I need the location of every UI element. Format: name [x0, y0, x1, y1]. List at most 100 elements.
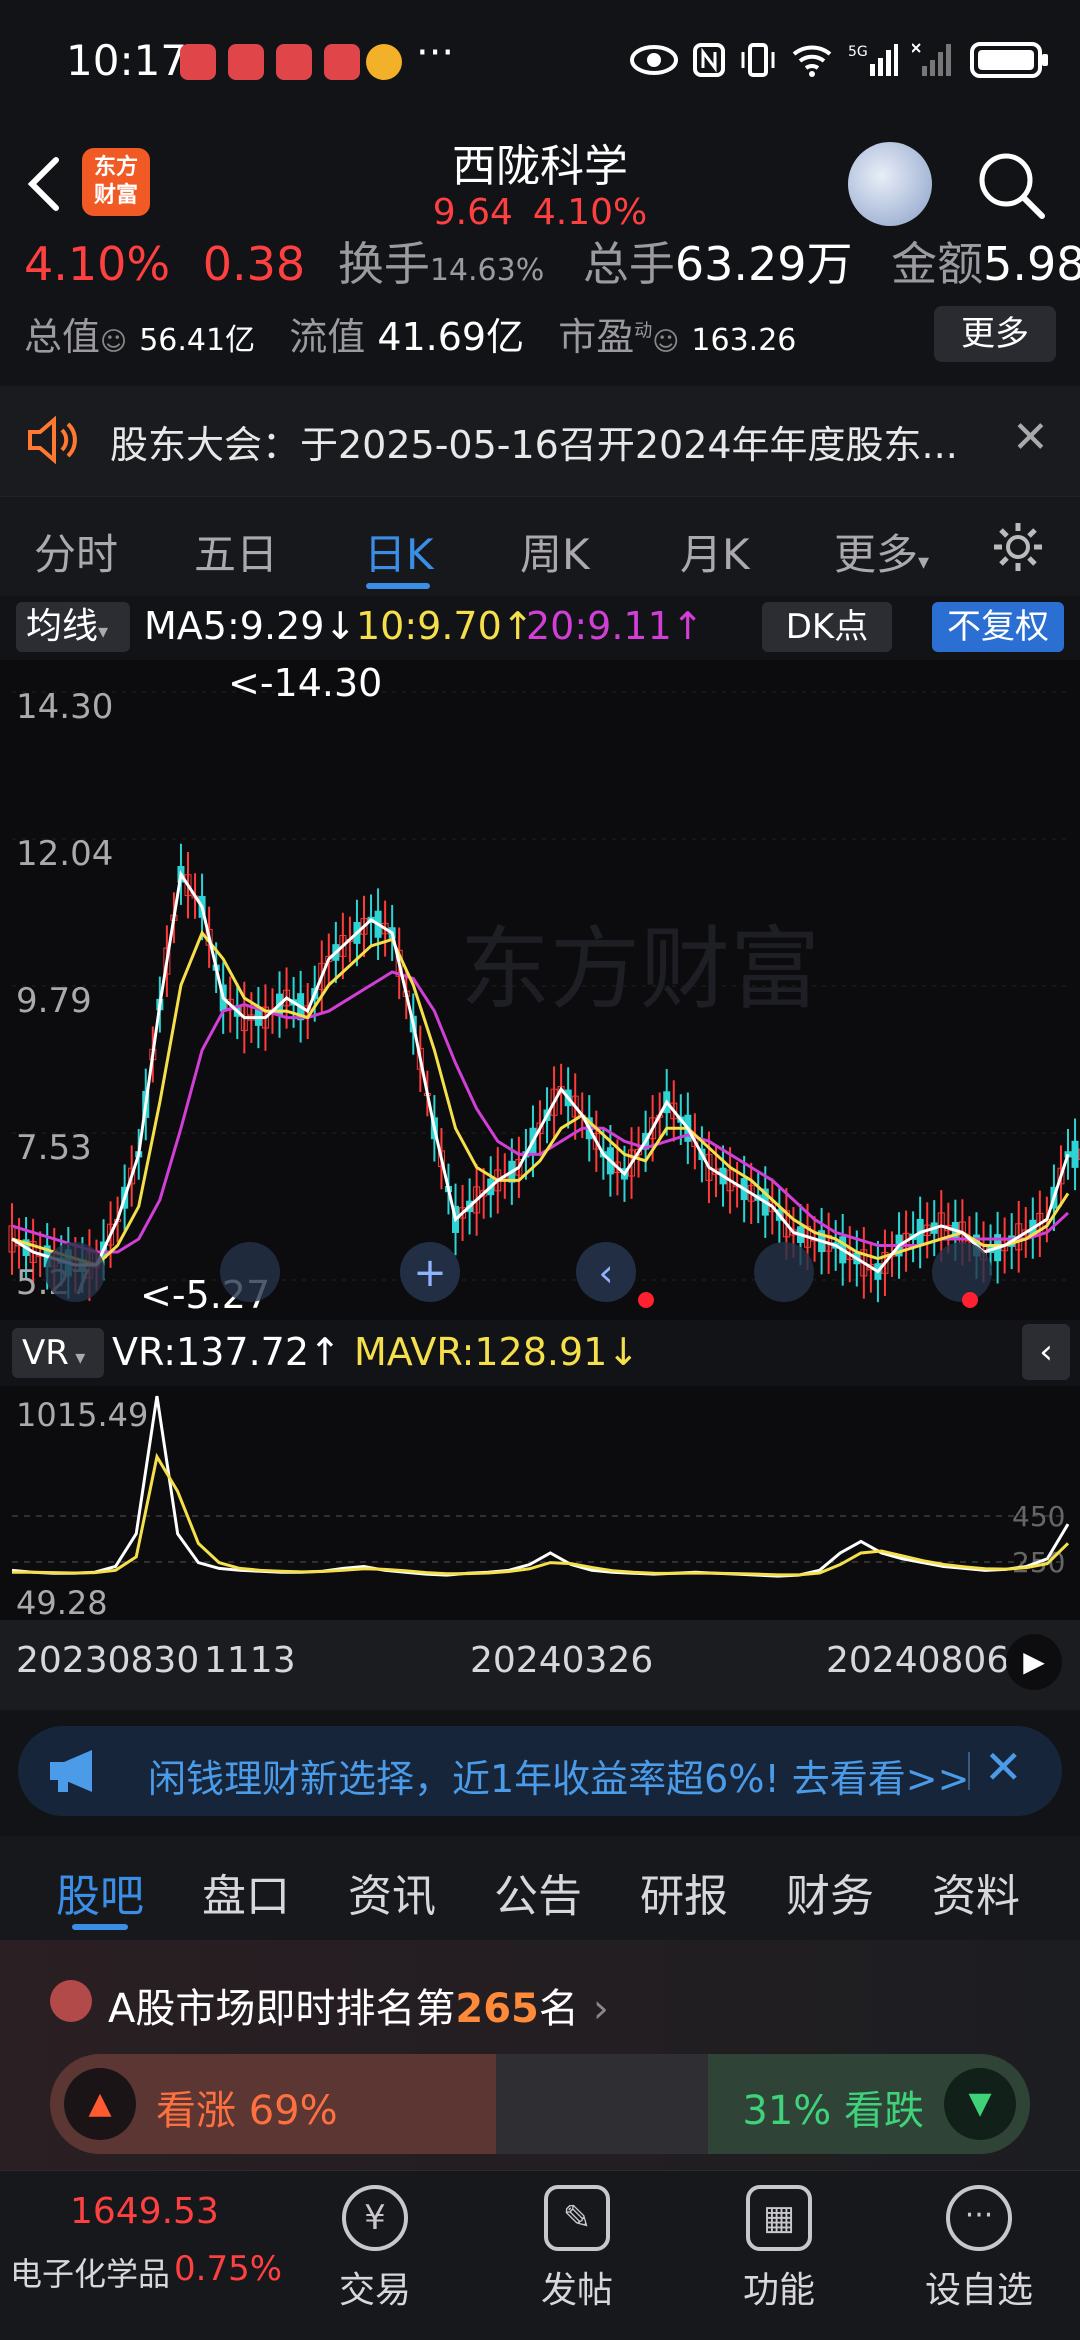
settings-gear-icon[interactable] [990, 519, 1046, 575]
nav-add-watchlist[interactable]: ··· 设自选 [904, 2185, 1054, 2313]
plus-icon: + [413, 1250, 447, 1296]
tab-monthly-k[interactable]: 月K [680, 521, 750, 582]
ref-label-450: 450 [1012, 1500, 1065, 1533]
date-label: 20230830 [16, 1640, 200, 1681]
watermark: 东方财富 [460, 917, 820, 1022]
tab-intraday[interactable]: 分时 [34, 521, 118, 582]
bottom-navigation: 1649.53 电子化学品 0.75% ¥ 交易 ✎ 发帖 ▦ 功能 ··· 设… [0, 2170, 1080, 2340]
vr-chart[interactable]: 450 250 1015.49 49.28 [0, 1386, 1080, 1620]
tab-news[interactable]: 资讯 [348, 1860, 436, 1924]
vr-value: VR:137.72↑ [112, 1330, 341, 1374]
eye-icon [630, 45, 678, 75]
vr-indicator-bar: VR ▾ VR:137.72↑ MAVR:128.91↓ ‹ [0, 1322, 1080, 1386]
y-tick-label: 14.30 [16, 687, 113, 727]
ma-indicator-bar: 均线▾ MA5:9.29↓ 10:9.70↑ 20:9.11↑ DK点 不复权 [0, 598, 1080, 658]
vote-down-button[interactable]: ▼ [944, 2068, 1016, 2140]
y-tick-label: 12.04 [16, 834, 113, 874]
search-icon[interactable] [976, 150, 1046, 220]
signal-icon [912, 43, 951, 76]
ranking-icon [50, 1980, 92, 2022]
grid-icon: ▦ [746, 2185, 812, 2251]
no-adjust-button[interactable]: 不复权 [932, 602, 1064, 652]
promo-banner[interactable]: 闲钱理财新选择，近1年收益率超6%! 去看看>> ✕ [18, 1726, 1062, 1816]
ma10-value: 10:9.70↑ [356, 604, 534, 648]
tab-research[interactable]: 研报 [640, 1860, 728, 1924]
ranking-text[interactable]: A股市场即时排名第265名 › [108, 1976, 609, 2034]
collapse-panel-button[interactable]: ‹ [1022, 1324, 1070, 1380]
tab-finance[interactable]: 财务 [786, 1860, 874, 1924]
active-tab-underline [366, 583, 430, 589]
nfc-icon [693, 43, 725, 77]
tab-five-day[interactable]: 五日 [194, 521, 278, 582]
vote-up-button[interactable]: ▲ [64, 2068, 136, 2140]
tab-more[interactable]: 更多▾ [834, 521, 929, 582]
indicator-select-dropdown[interactable]: VR ▾ [12, 1328, 104, 1378]
market-cap: 56.41亿 [139, 323, 256, 358]
stat-change-percent: 4.10% [24, 238, 171, 284]
speaker-icon [28, 416, 77, 464]
current-price: 9.64 [432, 192, 513, 233]
ma20-value: 20:9.11↑ [526, 604, 704, 648]
date-label: 1113 [204, 1640, 296, 1681]
bearish-percent: 31% 看跌 [742, 2088, 924, 2134]
active-tab-underline [72, 1924, 128, 1930]
date-label: 20240326 [470, 1640, 654, 1681]
next-page-button[interactable]: ▶ [1006, 1634, 1062, 1690]
more-notifications-icon: ··· [416, 30, 455, 76]
overlay-button[interactable] [220, 1242, 280, 1302]
nav-trade[interactable]: ¥ 交易 [300, 2185, 450, 2313]
notice-text: 股东大会：于2025-05-16召开2024年年度股东... [110, 423, 958, 467]
huawei-app-icon [180, 44, 216, 80]
svg-text:5G: 5G [848, 44, 868, 60]
close-promo-icon[interactable]: ✕ [984, 1740, 1023, 1794]
vr-y-max: 1015.49 [16, 1396, 148, 1434]
stat-change: 0.38 [202, 238, 306, 284]
nav-post[interactable]: ✎ 发帖 [502, 2185, 652, 2313]
overlay-button[interactable] [45, 1242, 105, 1302]
book-app-icon [276, 44, 312, 80]
ma-select-dropdown[interactable]: 均线▾ [16, 602, 130, 652]
more-dots-icon: ··· [946, 2185, 1012, 2251]
notice-bar[interactable]: 股东大会：于2025-05-16召开2024年年度股东... ✕ [0, 386, 1080, 496]
sector-name: 电子化学品 [10, 2255, 171, 2293]
bullish-percent: 看涨 69% [156, 2088, 338, 2134]
stock-stats: 4.10% 0.38 换手14.63% 总手63.29万 金额5.98亿 总值☺… [0, 238, 1080, 380]
stats-row-1: 4.10% 0.38 换手14.63% 总手63.29万 金额5.98亿 [0, 238, 1080, 284]
event-dot [638, 1292, 654, 1308]
sector-change: 0.75% [174, 2249, 283, 2289]
close-notice-icon[interactable]: ✕ [1012, 412, 1049, 463]
ai-assistant-robot-icon[interactable] [848, 142, 932, 226]
dk-point-button[interactable]: DK点 [762, 602, 892, 652]
overlay-button[interactable] [754, 1242, 814, 1302]
kline-chart[interactable]: 东方财富 14.3012.049.797.535.27 <-14.30 <-5.… [0, 660, 1080, 1320]
mavr-value: MAVR:128.91↓ [354, 1330, 640, 1374]
vibrate-icon [741, 43, 775, 77]
tab-pankou[interactable]: 盘口 [202, 1860, 290, 1924]
tab-weekly-k[interactable]: 周K [520, 521, 590, 582]
tab-guba[interactable]: 股吧 [56, 1860, 144, 1924]
yen-icon: ¥ [342, 2185, 408, 2251]
chevron-left-icon: ‹ [598, 1251, 613, 1295]
market-ranking-panel: A股市场即时排名第265名 › ▲ 看涨 69% 31% 看跌 ▼ [0, 1940, 1080, 2170]
tab-daily-k[interactable]: 日K [364, 521, 434, 582]
tab-profile[interactable]: 资料 [932, 1860, 1020, 1924]
megaphone-icon [50, 1750, 92, 1792]
ma5-value: MA5:9.29↓ [144, 604, 357, 648]
more-stats-button[interactable]: 更多 [934, 306, 1056, 362]
wifi-icon [792, 45, 832, 77]
nav-functions[interactable]: ▦ 功能 [704, 2185, 854, 2313]
weibo-app-icon [366, 44, 402, 80]
stats-row-2: 总值☺ 56.41亿 流值 41.69亿 市盈动☺ 163.26 [24, 315, 797, 359]
vr-y-min: 49.28 [16, 1584, 108, 1620]
overlay-button[interactable] [932, 1242, 992, 1302]
status-bar: 10:17 ··· 5G [0, 0, 1080, 120]
tab-announcements[interactable]: 公告 [494, 1860, 582, 1924]
y-tick-label: 9.79 [16, 981, 92, 1021]
date-axis: 20230830 1113 20240326 20240806 ▶ [0, 1620, 1080, 1710]
content-tabs: 股吧 盘口 资讯 公告 研报 财务 资料 [0, 1836, 1080, 1940]
chart-period-tabs: 分时 五日 日K 周K 月K 更多▾ [0, 496, 1080, 596]
change-percent: 4.10% [532, 192, 648, 233]
max-price-label: <-14.30 [228, 661, 382, 705]
promo-text: 闲钱理财新选择，近1年收益率超6%! 去看看>> [148, 1757, 970, 1801]
battery-icon [970, 42, 1048, 78]
